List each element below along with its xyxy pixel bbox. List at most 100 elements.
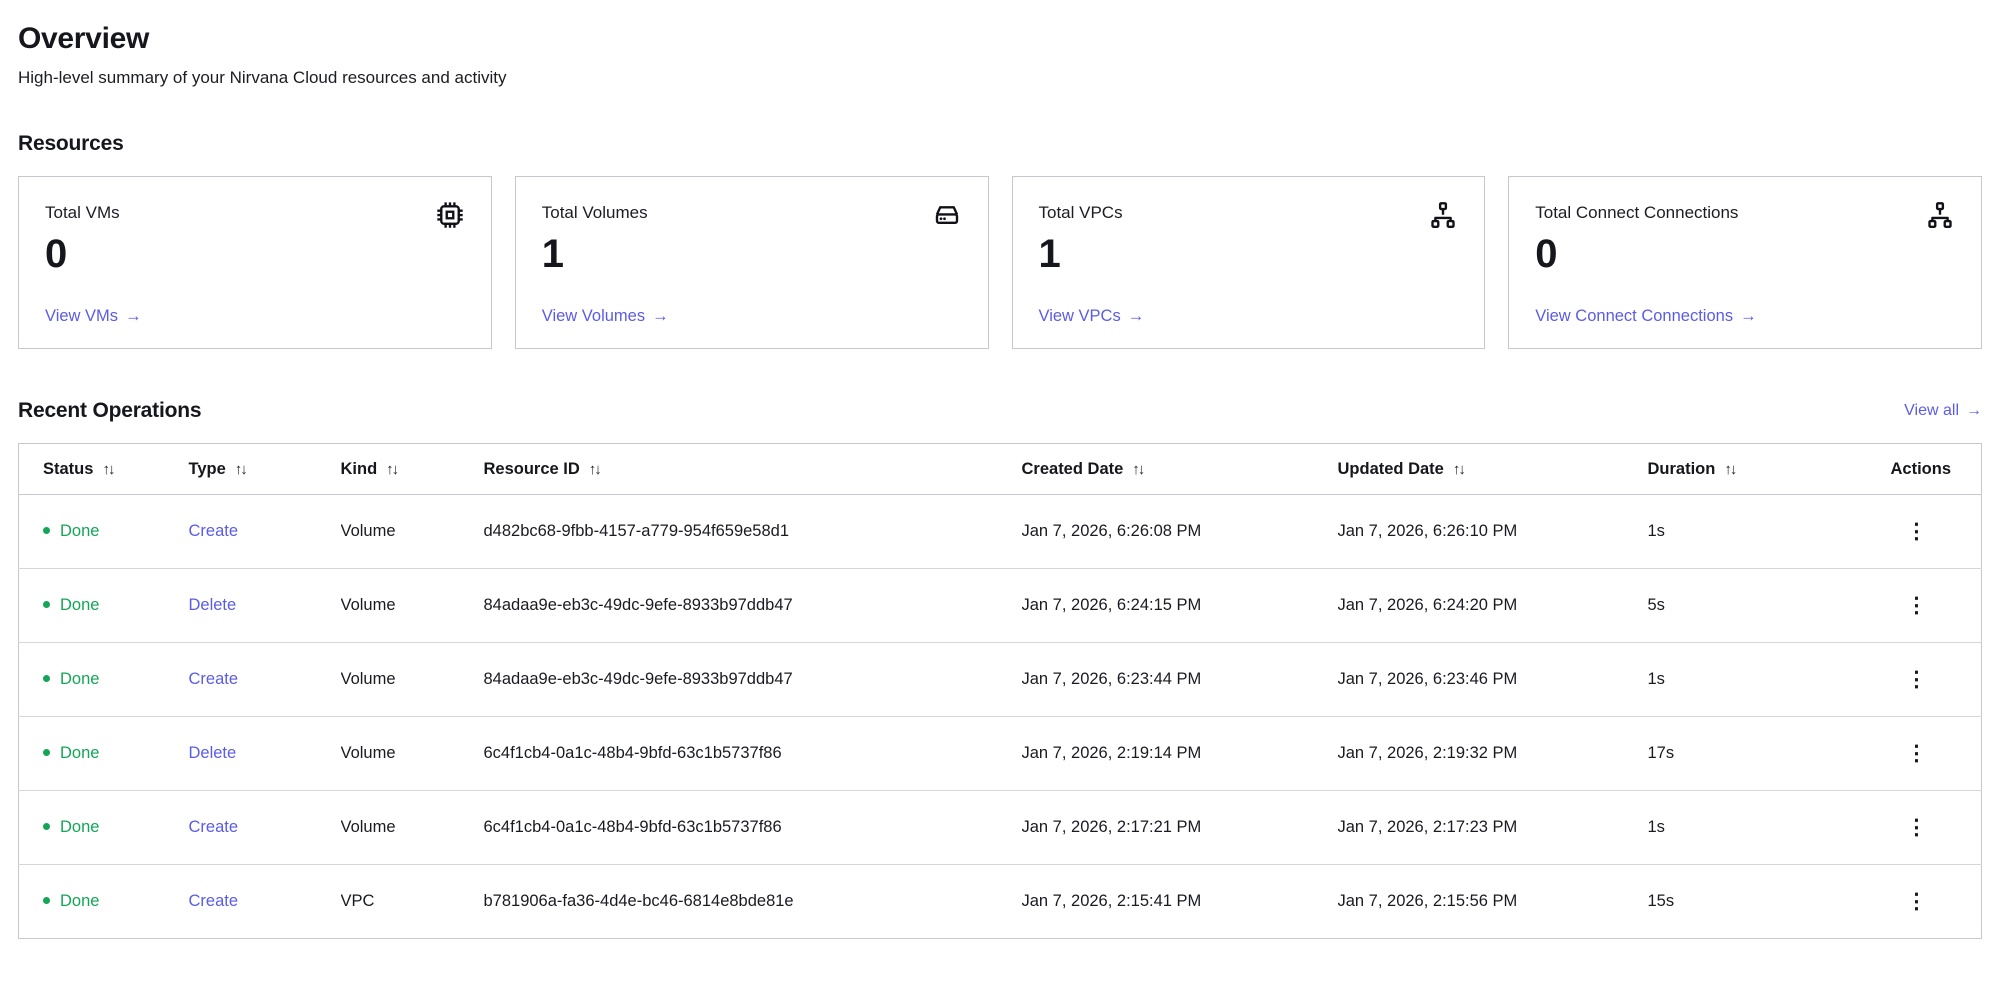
card-view-link[interactable]: View Volumes → xyxy=(542,307,669,325)
arrow-right-icon: → xyxy=(125,307,142,325)
row-actions-kebab-button[interactable]: ⋮ xyxy=(1900,667,1933,692)
row-actions-kebab-button[interactable]: ⋮ xyxy=(1900,889,1933,914)
card-label: Total Volumes xyxy=(542,200,648,223)
resource-id-cell: 6c4f1cb4-0a1c-48b4-9bfd-63c1b5737f86 xyxy=(484,717,1022,791)
operation-type-link[interactable]: Delete xyxy=(189,744,237,762)
card-label: Total Connect Connections xyxy=(1535,200,1738,223)
column-label: Updated Date xyxy=(1338,460,1444,478)
card-view-link[interactable]: View Connect Connections→ xyxy=(1535,307,1756,325)
sort-icon: ↑↓ xyxy=(1132,461,1143,478)
status-label: Done xyxy=(60,892,99,910)
kind-cell: VPC xyxy=(341,865,484,939)
sort-icon: ↑↓ xyxy=(589,461,600,478)
created-date-cell: Jan 7, 2026, 6:23:44 PM xyxy=(1022,643,1338,717)
row-actions-kebab-button[interactable]: ⋮ xyxy=(1900,519,1933,544)
card-view-link[interactable]: View VPCs→ xyxy=(1039,307,1145,325)
row-actions-kebab-button[interactable]: ⋮ xyxy=(1900,815,1933,840)
cpu-icon xyxy=(435,200,465,230)
operation-type-link[interactable]: Create xyxy=(189,670,239,688)
resources-section: Resources Total VMs 0 View VMs→ Total Vo… xyxy=(18,132,1982,349)
column-label: Status xyxy=(43,460,93,478)
table-row: Done Delete Volume 84adaa9e-eb3c-49dc-9e… xyxy=(19,569,1982,643)
status-label: Done xyxy=(60,818,99,836)
column-label: Kind xyxy=(341,460,378,478)
table-row: Done Create Volume 6c4f1cb4-0a1c-48b4-9b… xyxy=(19,791,1982,865)
table-row: Done Create Volume d482bc68-9fbb-4157-a7… xyxy=(19,495,1982,569)
updated-date-cell: Jan 7, 2026, 2:15:56 PM xyxy=(1338,865,1648,939)
operations-table: Status↑↓Type↑↓Kind↑↓Resource ID↑↓Created… xyxy=(18,443,1982,939)
status-cell: Done xyxy=(19,717,189,791)
status-label: Done xyxy=(60,522,99,540)
resource-id-cell: b781906a-fa36-4d4e-bc46-6814e8bde81e xyxy=(484,865,1022,939)
created-date-cell: Jan 7, 2026, 6:26:08 PM xyxy=(1022,495,1338,569)
card-view-link-label: View Volumes xyxy=(542,307,645,325)
card-value: 0 xyxy=(1535,232,1955,276)
status-cell: Done xyxy=(19,495,189,569)
status-dot-icon xyxy=(43,601,50,608)
column-label: Type xyxy=(189,460,226,478)
row-actions-kebab-button[interactable]: ⋮ xyxy=(1900,741,1933,766)
resource-cards: Total VMs 0 View VMs→ Total Volumes 1 Vi… xyxy=(18,176,1982,349)
duration-cell: 1s xyxy=(1648,643,1876,717)
updated-date-cell: Jan 7, 2026, 6:23:46 PM xyxy=(1338,643,1648,717)
column-header-kind[interactable]: Kind ↑↓ xyxy=(341,444,484,495)
operations-table-body: Done Create Volume d482bc68-9fbb-4157-a7… xyxy=(19,495,1982,939)
view-all-link[interactable]: View all→ xyxy=(1904,402,1982,420)
duration-cell: 1s xyxy=(1648,495,1876,569)
table-row: Done Delete Volume 6c4f1cb4-0a1c-48b4-9b… xyxy=(19,717,1982,791)
page-header: Overview High-level summary of your Nirv… xyxy=(18,22,1982,88)
card-view-link-label: View VPCs xyxy=(1039,307,1121,325)
operations-header-row: Status↑↓Type↑↓Kind↑↓Resource ID↑↓Created… xyxy=(19,444,1982,495)
network-icon xyxy=(1925,200,1955,230)
kind-cell: Volume xyxy=(341,495,484,569)
created-date-cell: Jan 7, 2026, 2:15:41 PM xyxy=(1022,865,1338,939)
resource-id-cell: 84adaa9e-eb3c-49dc-9efe-8933b97ddb47 xyxy=(484,643,1022,717)
status-dot-icon xyxy=(43,527,50,534)
operation-type-link[interactable]: Create xyxy=(189,522,239,540)
column-label: Duration xyxy=(1648,460,1716,478)
column-header-actions: Actions xyxy=(1876,444,1982,495)
page-subtitle: High-level summary of your Nirvana Cloud… xyxy=(18,68,1982,88)
operation-type-link[interactable]: Delete xyxy=(189,596,237,614)
created-date-cell: Jan 7, 2026, 2:17:21 PM xyxy=(1022,791,1338,865)
updated-date-cell: Jan 7, 2026, 2:17:23 PM xyxy=(1338,791,1648,865)
resource-id-cell: 84adaa9e-eb3c-49dc-9efe-8933b97ddb47 xyxy=(484,569,1022,643)
status-cell: Done xyxy=(19,643,189,717)
card-value: 1 xyxy=(1039,232,1459,276)
card-view-link[interactable]: View VMs → xyxy=(45,307,142,325)
created-date-cell: Jan 7, 2026, 6:24:15 PM xyxy=(1022,569,1338,643)
recent-operations-section: Recent Operations View all→ Status↑↓Type… xyxy=(18,399,1982,939)
column-header-status[interactable]: Status ↑↓ xyxy=(19,444,189,495)
status-cell: Done xyxy=(19,569,189,643)
resource-card: Total Connect Connections 0 View Connect… xyxy=(1508,176,1982,349)
sort-icon: ↑↓ xyxy=(102,461,113,478)
column-header-duration[interactable]: Duration↑↓ xyxy=(1648,444,1876,495)
arrow-right-icon: → xyxy=(1740,307,1757,325)
operation-type-link[interactable]: Create xyxy=(189,892,239,910)
column-header-resource-id[interactable]: Resource ID↑↓ xyxy=(484,444,1022,495)
network-icon xyxy=(1428,200,1458,230)
kind-cell: Volume xyxy=(341,569,484,643)
updated-date-cell: Jan 7, 2026, 6:24:20 PM xyxy=(1338,569,1648,643)
row-actions-kebab-button[interactable]: ⋮ xyxy=(1900,593,1933,618)
column-label: Actions xyxy=(1890,460,1951,478)
updated-date-cell: Jan 7, 2026, 6:26:10 PM xyxy=(1338,495,1648,569)
duration-cell: 5s xyxy=(1648,569,1876,643)
column-header-type[interactable]: Type ↑↓ xyxy=(189,444,341,495)
card-view-link-label: View VMs xyxy=(45,307,118,325)
resource-card: Total VPCs 1 View VPCs→ xyxy=(1012,176,1486,349)
sort-icon: ↑↓ xyxy=(235,461,246,478)
sort-icon: ↑↓ xyxy=(386,461,397,478)
duration-cell: 15s xyxy=(1648,865,1876,939)
column-header-created-date[interactable]: Created Date↑↓ xyxy=(1022,444,1338,495)
status-dot-icon xyxy=(43,675,50,682)
kind-cell: Volume xyxy=(341,643,484,717)
page-title: Overview xyxy=(18,22,1982,56)
resources-heading: Resources xyxy=(18,132,1982,156)
arrow-right-icon: → xyxy=(652,307,669,325)
duration-cell: 17s xyxy=(1648,717,1876,791)
operation-type-link[interactable]: Create xyxy=(189,818,239,836)
status-cell: Done xyxy=(19,791,189,865)
column-header-updated-date[interactable]: Updated Date↑↓ xyxy=(1338,444,1648,495)
card-label: Total VPCs xyxy=(1039,200,1123,223)
